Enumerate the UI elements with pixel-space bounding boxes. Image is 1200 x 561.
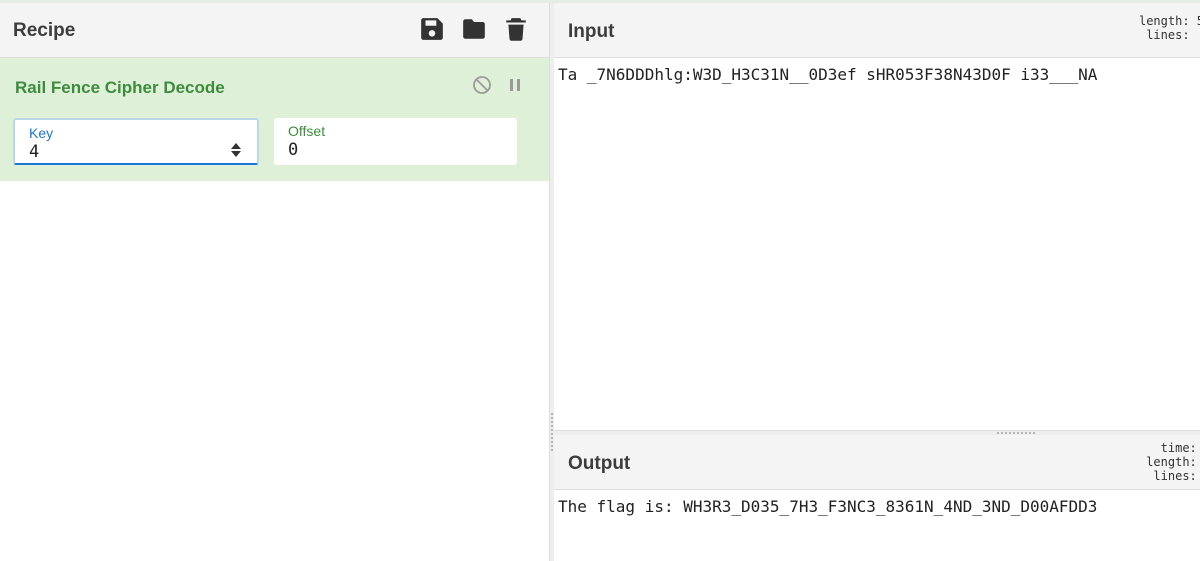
folder-icon[interactable] (461, 16, 487, 42)
key-input[interactable]: 4 (29, 142, 39, 162)
resize-grip-icon (997, 432, 1037, 434)
output-stats: time: length: lines: (1146, 441, 1197, 483)
output-header: Output time: length: lines: (554, 435, 1200, 490)
output-text[interactable]: The flag is: WH3R3_D035_7H3_F3NC3_8361N_… (558, 497, 1198, 516)
trash-icon[interactable] (503, 16, 529, 42)
recipe-header: Recipe (0, 3, 549, 58)
resize-grip-icon (551, 413, 553, 453)
key-field[interactable]: Key 4 (13, 118, 259, 165)
offset-field[interactable]: Offset 0 (274, 118, 517, 165)
offset-label: Offset (288, 123, 326, 139)
save-icon[interactable] (419, 16, 445, 42)
input-title: Input (568, 21, 615, 42)
disable-icon[interactable] (472, 75, 492, 95)
input-textarea[interactable]: Ta _7N6DDDhlg:W3D_H3C31N__0D3ef sHR053F3… (558, 65, 1198, 84)
offset-input[interactable]: 0 (288, 140, 298, 160)
input-stats: length: 5 lines: (1138, 14, 1200, 42)
operation-title: Rail Fence Cipher Decode (15, 78, 225, 97)
key-stepper-icon[interactable] (229, 140, 243, 160)
output-title: Output (568, 453, 631, 474)
operation-rail-fence-cipher-decode[interactable]: Rail Fence Cipher Decode Key 4 Offset 0 (0, 58, 549, 181)
key-label: Key (29, 125, 54, 141)
pause-icon[interactable] (505, 75, 525, 95)
recipe-pane: Recipe Rail Fence Cipher Decode Key 4 Of… (0, 3, 549, 561)
input-header: Input length: 5 lines: (554, 3, 1200, 58)
recipe-title: Recipe (13, 20, 76, 41)
